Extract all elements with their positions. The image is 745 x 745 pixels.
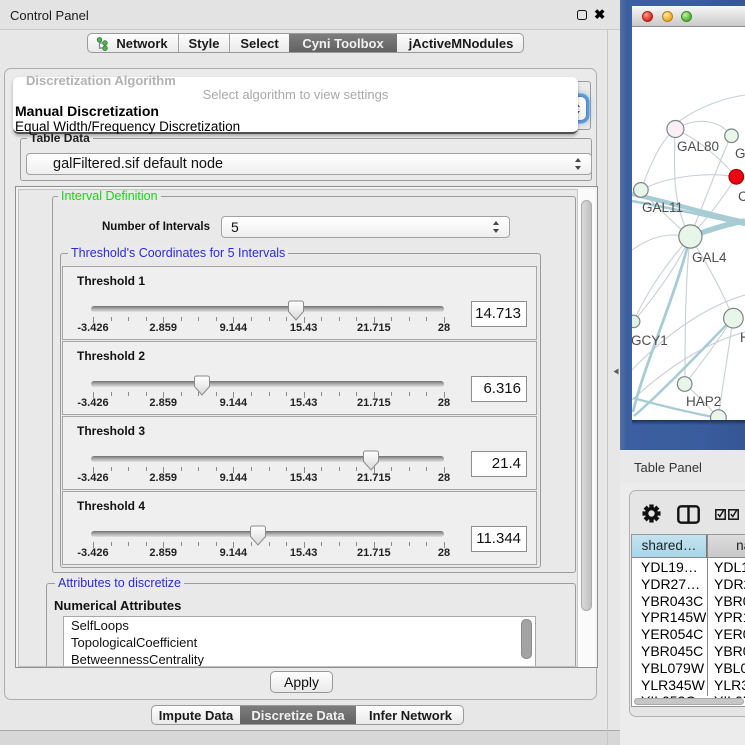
svg-text:C: C xyxy=(738,189,745,204)
svg-text:GAL4: GAL4 xyxy=(692,250,727,265)
svg-text:GCY1: GCY1 xyxy=(632,333,668,348)
svg-text:GAL11: GAL11 xyxy=(642,200,683,215)
svg-text:GAL80: GAL80 xyxy=(677,139,719,154)
svg-text:HAP2: HAP2 xyxy=(686,394,721,409)
svg-text:H: H xyxy=(740,330,745,345)
svg-text:GA: GA xyxy=(735,146,745,161)
